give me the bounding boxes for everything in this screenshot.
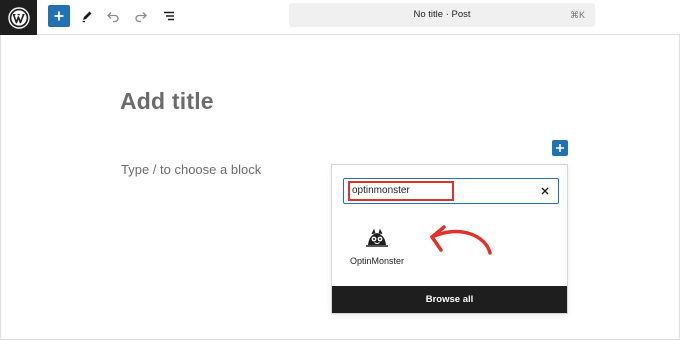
close-icon[interactable] bbox=[538, 184, 552, 198]
block-result-label: OptinMonster bbox=[349, 256, 405, 266]
inline-add-block-button[interactable] bbox=[552, 140, 568, 156]
browse-all-button[interactable]: Browse all bbox=[332, 286, 567, 313]
plus-icon bbox=[54, 11, 64, 21]
annotation-arrow-icon bbox=[430, 225, 492, 255]
redo-icon[interactable] bbox=[132, 7, 150, 25]
block-result-optinmonster[interactable]: OptinMonster bbox=[344, 223, 410, 273]
document-bar[interactable]: No title · Post ⌘K bbox=[289, 3, 595, 27]
command-shortcut: ⌘K bbox=[569, 10, 585, 20]
wordpress-logo-icon[interactable] bbox=[0, 0, 37, 35]
undo-icon[interactable] bbox=[104, 7, 122, 25]
block-search-input[interactable]: optinmonster bbox=[343, 178, 559, 204]
block-appender-hint[interactable]: Type / to choose a block bbox=[121, 162, 261, 177]
post-title-input[interactable]: Add title bbox=[120, 88, 214, 115]
editor-toolbar: No title · Post ⌘K bbox=[0, 0, 680, 35]
plus-icon bbox=[556, 144, 564, 152]
list-view-icon[interactable] bbox=[160, 7, 178, 25]
pencil-icon[interactable] bbox=[78, 7, 96, 25]
add-block-button[interactable] bbox=[48, 5, 70, 27]
document-title: No title · Post bbox=[413, 9, 471, 20]
search-input-value: optinmonster bbox=[352, 185, 410, 196]
optinmonster-icon bbox=[365, 227, 389, 249]
